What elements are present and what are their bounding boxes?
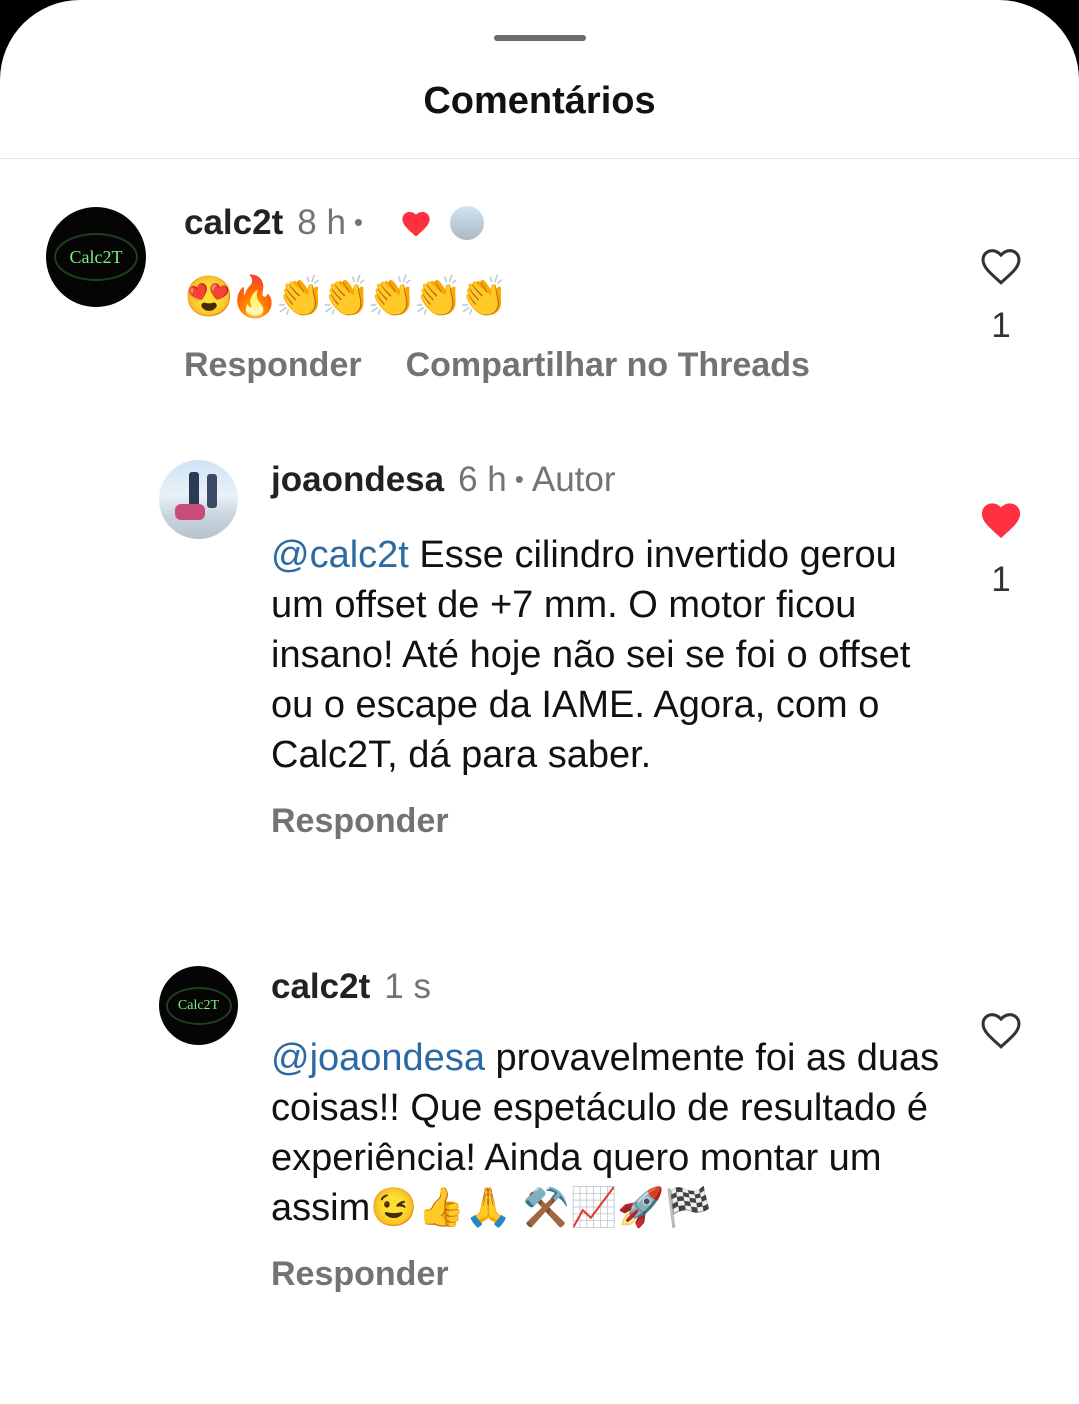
header-divider (0, 158, 1079, 159)
heart-outline-icon (981, 1013, 1021, 1049)
avatar-figure (189, 472, 199, 506)
heart-filled-icon (981, 503, 1021, 539)
reply-button[interactable]: Responder (271, 1255, 449, 1293)
comment-time: 1 s (384, 967, 431, 1006)
comment-time: 8 h (297, 203, 346, 242)
reply-button[interactable]: Responder (184, 346, 362, 384)
avatar-logo-text: Calc2T (69, 246, 123, 267)
avatar[interactable] (159, 460, 238, 539)
comment-username[interactable]: joaondesa (271, 460, 444, 499)
page-title: Comentários (423, 80, 656, 122)
like-button[interactable]: 1 (971, 498, 1031, 600)
author-mini-avatar (450, 206, 485, 240)
comment-text-block: @calc2t Esse cilindro invertido gerou um… (271, 530, 951, 780)
comment-reply: calc2t 1 s @joaondesa provavelmente foi a… (271, 967, 951, 1294)
avatar-logo-text: Calc2T (177, 997, 220, 1013)
comment-text: 😍🔥👏👏👏👏👏 (184, 275, 509, 319)
reply-button[interactable]: Responder (271, 802, 449, 840)
mention-link[interactable]: @joaondesa (271, 1037, 485, 1079)
like-count: 1 (991, 306, 1011, 345)
drag-handle[interactable] (494, 35, 586, 41)
comment-time: 6 h (458, 460, 507, 499)
avatar[interactable]: Calc2T (46, 207, 146, 307)
meta-dot: • (514, 464, 524, 494)
avatar-kart (175, 504, 205, 520)
share-threads-button[interactable]: Compartilhar no Threads (406, 346, 810, 384)
meta-dot: • (353, 207, 364, 237)
comment: calc2t 8 h • 😍🔥👏👏👏👏👏 Responder Compartilhar… (184, 203, 944, 385)
heart-outline-icon (981, 249, 1021, 285)
comment-reply: joaondesa 6 h • Autor @calc2t Esse cilindro… (271, 460, 951, 841)
like-button[interactable]: 1 (971, 244, 1031, 346)
like-count: 1 (991, 560, 1011, 599)
liked-by-author-heart-icon (399, 207, 433, 247)
comments-sheet: Comentários Calc2T calc2t 8 h • 😍🔥👏👏👏👏👏 Re… (0, 0, 1079, 1404)
avatar[interactable]: Calc2T (159, 966, 238, 1045)
avatar-figure (207, 474, 217, 508)
comment-username[interactable]: calc2t (271, 967, 370, 1006)
mention-link[interactable]: @calc2t (271, 534, 409, 576)
comment-text-block: @joaondesa provavelmente foi as duas coi… (271, 1033, 951, 1233)
like-button[interactable] (971, 1008, 1031, 1050)
author-badge: Autor (531, 460, 616, 499)
comment-username[interactable]: calc2t (184, 203, 283, 242)
